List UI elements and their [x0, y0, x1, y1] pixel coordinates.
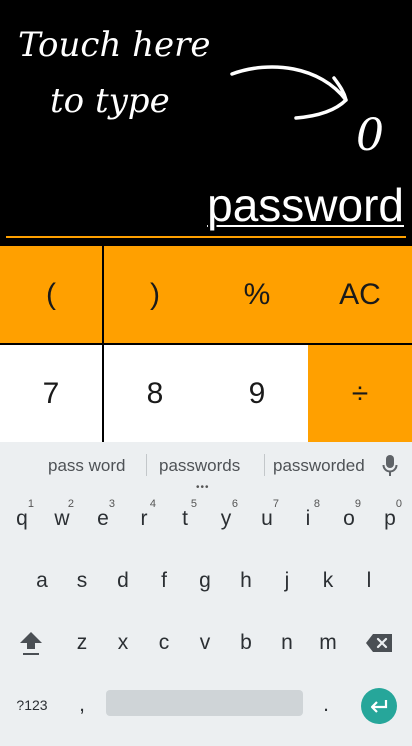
calculator-display[interactable]: Touch here to type 0 password [0, 0, 412, 246]
key-y[interactable]: y6 [206, 496, 246, 542]
key-f[interactable]: f [144, 558, 184, 604]
key-e[interactable]: e3 [83, 496, 123, 542]
more-suggestions-icon[interactable]: ••• [196, 482, 210, 493]
close-paren-button[interactable]: ) [104, 246, 206, 343]
digit-9-button[interactable]: 9 [206, 345, 308, 442]
key-j[interactable]: j [267, 558, 307, 604]
all-clear-button[interactable]: AC [308, 246, 412, 343]
key-b[interactable]: b [226, 620, 266, 666]
digit-7-button[interactable]: 7 [0, 345, 102, 442]
comma-key[interactable]: , [64, 682, 100, 728]
key-z[interactable]: z [62, 620, 102, 666]
key-n[interactable]: n [267, 620, 307, 666]
hint-line-2: to type [50, 81, 170, 121]
key-q[interactable]: q1 [2, 496, 42, 542]
key-k[interactable]: k [308, 558, 348, 604]
shift-icon [20, 632, 42, 655]
enter-button[interactable] [361, 688, 397, 724]
calculator-keypad: ( ) % AC 7 8 9 ÷ [0, 246, 412, 442]
key-h[interactable]: h [226, 558, 266, 604]
period-key[interactable]: . [308, 682, 344, 728]
digit-8-button[interactable]: 8 [104, 345, 206, 442]
key-i[interactable]: i8 [288, 496, 328, 542]
shift-key[interactable] [8, 620, 54, 666]
key-p[interactable]: p0 [370, 496, 410, 542]
input-text[interactable]: password [207, 178, 404, 232]
key-s[interactable]: s [62, 558, 102, 604]
suggestion-divider [264, 454, 265, 476]
hint-line-1: Touch here [18, 25, 211, 65]
suggestion-item[interactable]: passwords [159, 456, 240, 476]
handwritten-hint: Touch here to type 0 [18, 25, 384, 161]
key-w[interactable]: w2 [42, 496, 82, 542]
divide-button[interactable]: ÷ [308, 345, 412, 442]
key-m[interactable]: m [308, 620, 348, 666]
key-v[interactable]: v [185, 620, 225, 666]
hint-arrow-icon [230, 65, 348, 120]
symbols-key[interactable]: ?123 [4, 682, 60, 728]
percent-button[interactable]: % [206, 246, 308, 343]
key-t[interactable]: t5 [165, 496, 205, 542]
soft-keyboard: pass word passwords passworded ••• q1 w2… [0, 442, 412, 746]
open-paren-button[interactable]: ( [0, 246, 102, 343]
enter-icon [370, 700, 388, 713]
suggestion-item[interactable]: passworded [273, 456, 365, 476]
hint-target-zero: 0 [356, 110, 384, 161]
space-bar[interactable] [106, 690, 303, 716]
suggestion-divider [146, 454, 147, 476]
backspace-icon [366, 634, 392, 652]
microphone-icon[interactable] [382, 454, 398, 478]
input-underline [6, 236, 406, 238]
key-g[interactable]: g [185, 558, 225, 604]
key-a[interactable]: a [22, 558, 62, 604]
key-d[interactable]: d [103, 558, 143, 604]
key-x[interactable]: x [103, 620, 143, 666]
key-r[interactable]: r4 [124, 496, 164, 542]
suggestion-item[interactable]: pass word [48, 456, 125, 476]
key-c[interactable]: c [144, 620, 184, 666]
key-u[interactable]: u7 [247, 496, 287, 542]
key-o[interactable]: o9 [329, 496, 369, 542]
backspace-key[interactable] [356, 620, 402, 666]
key-l[interactable]: l [349, 558, 389, 604]
suggestion-strip: pass word passwords passworded ••• [0, 442, 412, 493]
